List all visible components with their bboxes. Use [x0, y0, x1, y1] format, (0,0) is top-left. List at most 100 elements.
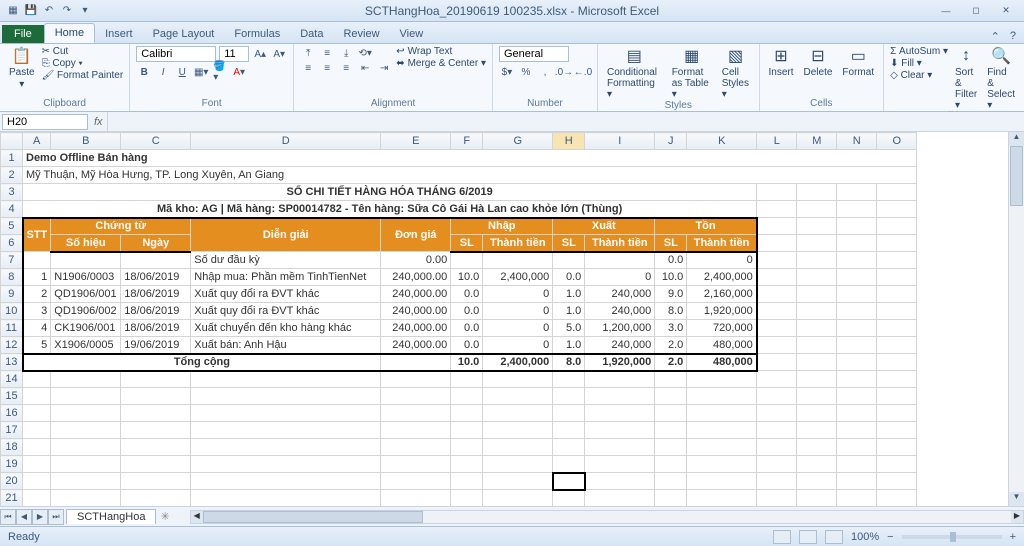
cell-O18[interactable]	[877, 439, 917, 456]
indent-inc-icon[interactable]: ⇥	[376, 61, 392, 75]
scroll-down-icon[interactable]: ▼	[1009, 492, 1024, 506]
cell-L13[interactable]	[757, 354, 797, 371]
number-format-input[interactable]	[499, 46, 569, 62]
cell-O7[interactable]	[877, 252, 917, 269]
cell-G12[interactable]: 0	[483, 337, 553, 354]
cell-M15[interactable]	[797, 388, 837, 405]
formulas-tab[interactable]: Formulas	[224, 25, 290, 43]
cell-J13[interactable]: 2.0	[655, 354, 687, 371]
cell-H12[interactable]: 1.0	[553, 337, 585, 354]
cell-N12[interactable]	[837, 337, 877, 354]
cell-L19[interactable]	[757, 456, 797, 473]
cell-J10[interactable]: 8.0	[655, 303, 687, 320]
align-right-icon[interactable]: ≡	[338, 61, 354, 75]
cell-E11[interactable]: 240,000.00	[381, 320, 451, 337]
cell-D20[interactable]	[191, 473, 381, 490]
cell-N19[interactable]	[837, 456, 877, 473]
cell-H10[interactable]: 1.0	[553, 303, 585, 320]
row-header-10[interactable]: 10	[1, 303, 23, 320]
cell-A18[interactable]	[23, 439, 51, 456]
cell-H8[interactable]: 0.0	[553, 269, 585, 286]
cell-K14[interactable]	[687, 371, 757, 388]
sheet-tab[interactable]: SCTHangHoa	[66, 509, 156, 524]
hdr-tt-t[interactable]: Thành tiền	[687, 235, 757, 252]
cell-G11[interactable]: 0	[483, 320, 553, 337]
cell-B20[interactable]	[51, 473, 121, 490]
align-top-icon[interactable]: ⤒	[300, 46, 316, 60]
cell-H14[interactable]	[553, 371, 585, 388]
col-header-H[interactable]: H	[553, 133, 585, 150]
cell-M12[interactable]	[797, 337, 837, 354]
cell-F13[interactable]: 10.0	[451, 354, 483, 371]
cell-N21[interactable]	[837, 490, 877, 507]
cell-E17[interactable]	[381, 422, 451, 439]
cell-A21[interactable]	[23, 490, 51, 507]
col-header-O[interactable]: O	[877, 133, 917, 150]
align-center-icon[interactable]: ≡	[319, 61, 335, 75]
cell-F7[interactable]	[451, 252, 483, 269]
insert-tab[interactable]: Insert	[95, 25, 143, 43]
clear-button[interactable]: ◇ Clear ▾	[890, 70, 948, 81]
cell-I14[interactable]	[585, 371, 655, 388]
cell-O11[interactable]	[877, 320, 917, 337]
hscroll-thumb[interactable]	[203, 511, 423, 523]
cell-G18[interactable]	[483, 439, 553, 456]
cell-I13[interactable]: 1,920,000	[585, 354, 655, 371]
insert-cells-button[interactable]: ⊞Insert	[766, 46, 797, 78]
cell-B8[interactable]: N1906/0003	[51, 269, 121, 286]
fill-color-button[interactable]: 🪣▾	[212, 65, 228, 79]
cell-M16[interactable]	[797, 405, 837, 422]
cell-G8[interactable]: 2,400,000	[483, 269, 553, 286]
cell-F21[interactable]	[451, 490, 483, 507]
cell-K7[interactable]: 0	[687, 252, 757, 269]
cell-L3[interactable]	[757, 184, 797, 201]
cell-I21[interactable]	[585, 490, 655, 507]
cell-E8[interactable]: 240,000.00	[381, 269, 451, 286]
cell-F14[interactable]	[451, 371, 483, 388]
hdr-sl-n[interactable]: SL	[451, 235, 483, 252]
cell-O9[interactable]	[877, 286, 917, 303]
cell-C8[interactable]: 18/06/2019	[121, 269, 191, 286]
cell-D17[interactable]	[191, 422, 381, 439]
hdr-tt-x[interactable]: Thành tiền	[585, 235, 655, 252]
vscroll-thumb[interactable]	[1010, 146, 1023, 206]
cell-L17[interactable]	[757, 422, 797, 439]
bold-button[interactable]: B	[136, 65, 152, 79]
cell-I19[interactable]	[585, 456, 655, 473]
cell-E18[interactable]	[381, 439, 451, 456]
cell-A11[interactable]: 4	[23, 320, 51, 337]
formula-input[interactable]	[107, 112, 1024, 131]
horizontal-scrollbar[interactable]: ◀ ▶	[190, 510, 1024, 524]
row-header-17[interactable]: 17	[1, 422, 23, 439]
qat-dropdown-icon[interactable]: ▾	[78, 4, 92, 18]
cell-E16[interactable]	[381, 405, 451, 422]
cell-C19[interactable]	[121, 456, 191, 473]
cell-F16[interactable]	[451, 405, 483, 422]
align-left-icon[interactable]: ≡	[300, 61, 316, 75]
row-header-8[interactable]: 8	[1, 269, 23, 286]
cell-G15[interactable]	[483, 388, 553, 405]
cell-L4[interactable]	[757, 201, 797, 218]
cell-M14[interactable]	[797, 371, 837, 388]
cell-D16[interactable]	[191, 405, 381, 422]
cell-I9[interactable]: 240,000	[585, 286, 655, 303]
cell-J11[interactable]: 3.0	[655, 320, 687, 337]
cell-N8[interactable]	[837, 269, 877, 286]
row-header-14[interactable]: 14	[1, 371, 23, 388]
cell-L16[interactable]	[757, 405, 797, 422]
cell-E13[interactable]	[381, 354, 451, 371]
cell-G9[interactable]: 0	[483, 286, 553, 303]
cell-H16[interactable]	[553, 405, 585, 422]
cell-N20[interactable]	[837, 473, 877, 490]
tab-nav-prev[interactable]: ◀	[16, 509, 32, 525]
dec-decimal-icon[interactable]: ←.0	[575, 65, 591, 79]
row-header-16[interactable]: 16	[1, 405, 23, 422]
cell-C21[interactable]	[121, 490, 191, 507]
align-middle-icon[interactable]: ≡	[319, 46, 335, 60]
border-button[interactable]: ▦▾	[193, 65, 209, 79]
col-header-B[interactable]: B	[51, 133, 121, 150]
cell-L21[interactable]	[757, 490, 797, 507]
align-bottom-icon[interactable]: ⤓	[338, 46, 354, 60]
cell-L8[interactable]	[757, 269, 797, 286]
cell-N16[interactable]	[837, 405, 877, 422]
